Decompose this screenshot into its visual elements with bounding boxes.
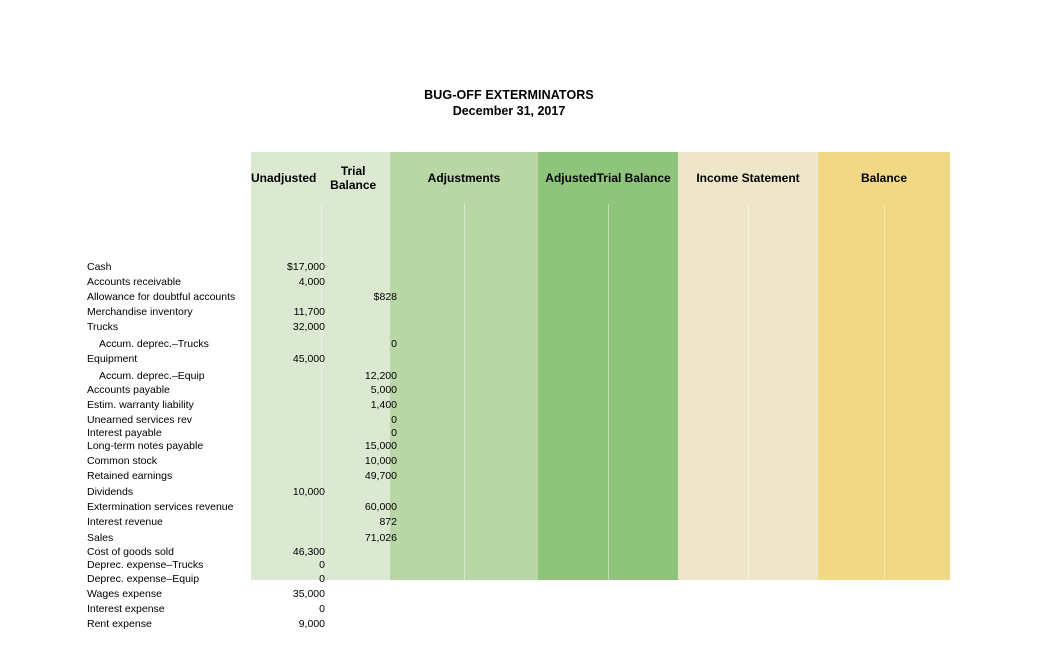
table-row[interactable]: Accum. deprec.–Equip 12,200	[55, 369, 963, 384]
unadjusted-credit-cell[interactable]: $828	[337, 290, 397, 305]
table-row[interactable]: Dividends 10,000	[55, 485, 963, 500]
account-name-cell[interactable]: Wages expense	[87, 587, 287, 602]
table-row[interactable]: Extermination services revenue 60,000	[55, 500, 963, 515]
table-row[interactable]: Retained earnings 49,700	[55, 469, 963, 484]
account-name-cell[interactable]: Sales	[87, 531, 287, 546]
table-row[interactable]: Trucks 32,000	[55, 320, 963, 335]
table-row[interactable]: Long-term notes payable 15,000	[55, 439, 963, 454]
table-row[interactable]: Interest expense 0	[55, 602, 963, 617]
worksheet-title-block: BUG-OFF EXTERMINATORS December 31, 2017	[55, 52, 963, 152]
column-header-line1: Balance	[860, 171, 908, 185]
column-header-line2: Trial Balance	[330, 164, 377, 192]
account-name-cell[interactable]: Interest expense	[87, 602, 287, 617]
unadjusted-debit-cell[interactable]: 45,000	[265, 352, 325, 367]
unadjusted-debit-cell[interactable]: 0	[265, 572, 325, 587]
table-row[interactable]: Estim. warranty liability 1,400	[55, 398, 963, 413]
column-header-incstmt[interactable]: Income Statement	[678, 152, 818, 204]
column-header-balance[interactable]: Balance	[818, 152, 950, 204]
account-name-cell[interactable]: Equipment	[87, 352, 287, 367]
unadjusted-debit-cell[interactable]: 0	[265, 602, 325, 617]
account-name-cell[interactable]: Cash	[87, 260, 287, 275]
table-row[interactable]: Accum. deprec.–Trucks 0	[55, 337, 963, 352]
unadjusted-credit-cell[interactable]: 12,200	[337, 369, 397, 384]
unadjusted-debit-cell[interactable]: $17,000	[265, 260, 325, 275]
table-row[interactable]: Wages expense 35,000	[55, 587, 963, 602]
account-name-cell[interactable]: Deprec. expense–Trucks	[87, 558, 287, 573]
account-name-cell[interactable]: Common stock	[87, 454, 287, 469]
table-row[interactable]: Equipment 45,000	[55, 352, 963, 367]
account-name-cell[interactable]: Accum. deprec.–Equip	[99, 369, 299, 384]
column-header-row: Unadjusted Trial Balance Adjustments Adjust…	[55, 152, 963, 204]
table-row[interactable]: Accounts payable 5,000	[55, 383, 963, 398]
column-header-line1: Adjusted	[545, 171, 597, 185]
unadjusted-credit-cell[interactable]: 49,700	[337, 469, 397, 484]
unadjusted-debit-cell[interactable]: 0	[265, 558, 325, 573]
account-name-cell[interactable]: Retained earnings	[87, 469, 287, 484]
column-header-line1: Income Statement	[696, 171, 800, 185]
worksheet-rows: Cash $17,000 Accounts receivable 4,000 Allow…	[55, 204, 963, 630]
table-row[interactable]: Allowance for doubtful accounts $828	[55, 290, 963, 305]
table-row[interactable]: Rent expense 9,000	[55, 617, 963, 632]
table-row[interactable]: Accounts receivable 4,000	[55, 275, 963, 290]
column-header-adjtb[interactable]: Adjusted Trial Balance	[538, 152, 678, 204]
account-name-cell[interactable]: Interest revenue	[87, 515, 287, 530]
unadjusted-debit-cell[interactable]: 4,000	[265, 275, 325, 290]
unadjusted-debit-cell[interactable]: 35,000	[265, 587, 325, 602]
worksheet-spreadsheet: BUG-OFF EXTERMINATORS December 31, 2017 …	[55, 52, 963, 630]
unadjusted-credit-cell[interactable]: 0	[337, 337, 397, 352]
account-name-cell[interactable]: Trucks	[87, 320, 287, 335]
table-row[interactable]: Common stock 10,000	[55, 454, 963, 469]
account-name-cell[interactable]: Merchandise inventory	[87, 305, 287, 320]
account-name-cell[interactable]: Accounts receivable	[87, 275, 287, 290]
account-name-cell[interactable]: Accum. deprec.–Trucks	[99, 337, 299, 352]
unadjusted-credit-cell[interactable]: 5,000	[337, 383, 397, 398]
table-row[interactable]: Merchandise inventory 11,700	[55, 305, 963, 320]
column-header-adj[interactable]: Adjustments	[390, 152, 538, 204]
unadjusted-credit-cell[interactable]: 15,000	[337, 439, 397, 454]
unadjusted-credit-cell[interactable]: 872	[337, 515, 397, 530]
table-row[interactable]: Deprec. expense–Equip 0	[55, 572, 963, 587]
company-title: BUG-OFF EXTERMINATORS	[424, 88, 594, 102]
account-name-cell[interactable]: Long-term notes payable	[87, 439, 287, 454]
unadjusted-debit-cell[interactable]: 32,000	[265, 320, 325, 335]
account-name-cell[interactable]: Estim. warranty liability	[87, 398, 287, 413]
account-name-cell[interactable]: Accounts payable	[87, 383, 287, 398]
account-name-cell[interactable]: Dividends	[87, 485, 287, 500]
column-header-line1: Adjustments	[427, 171, 501, 185]
unadjusted-debit-cell[interactable]: 9,000	[265, 617, 325, 632]
table-row[interactable]: Interest revenue 872	[55, 515, 963, 530]
unadjusted-debit-cell[interactable]: 10,000	[265, 485, 325, 500]
column-header-line1: Unadjusted	[251, 171, 317, 185]
table-row[interactable]: Deprec. expense–Trucks 0	[55, 558, 963, 573]
account-name-cell[interactable]: Extermination services revenue	[87, 500, 287, 515]
table-row[interactable]: Cash $17,000	[55, 260, 963, 275]
column-header-unadj[interactable]: Unadjusted Trial Balance	[251, 152, 390, 204]
column-header-line2: Trial Balance	[596, 171, 671, 185]
table-row[interactable]: Sales 71,026	[55, 531, 963, 546]
worksheet-date: December 31, 2017	[452, 104, 566, 118]
account-name-cell[interactable]: Allowance for doubtful accounts	[87, 290, 287, 305]
unadjusted-debit-cell[interactable]: 11,700	[265, 305, 325, 320]
unadjusted-credit-cell[interactable]: 10,000	[337, 454, 397, 469]
unadjusted-credit-cell[interactable]: 60,000	[337, 500, 397, 515]
unadjusted-credit-cell[interactable]: 71,026	[337, 531, 397, 546]
account-name-cell[interactable]: Rent expense	[87, 617, 287, 632]
account-name-cell[interactable]: Deprec. expense–Equip	[87, 572, 287, 587]
unadjusted-credit-cell[interactable]: 1,400	[337, 398, 397, 413]
